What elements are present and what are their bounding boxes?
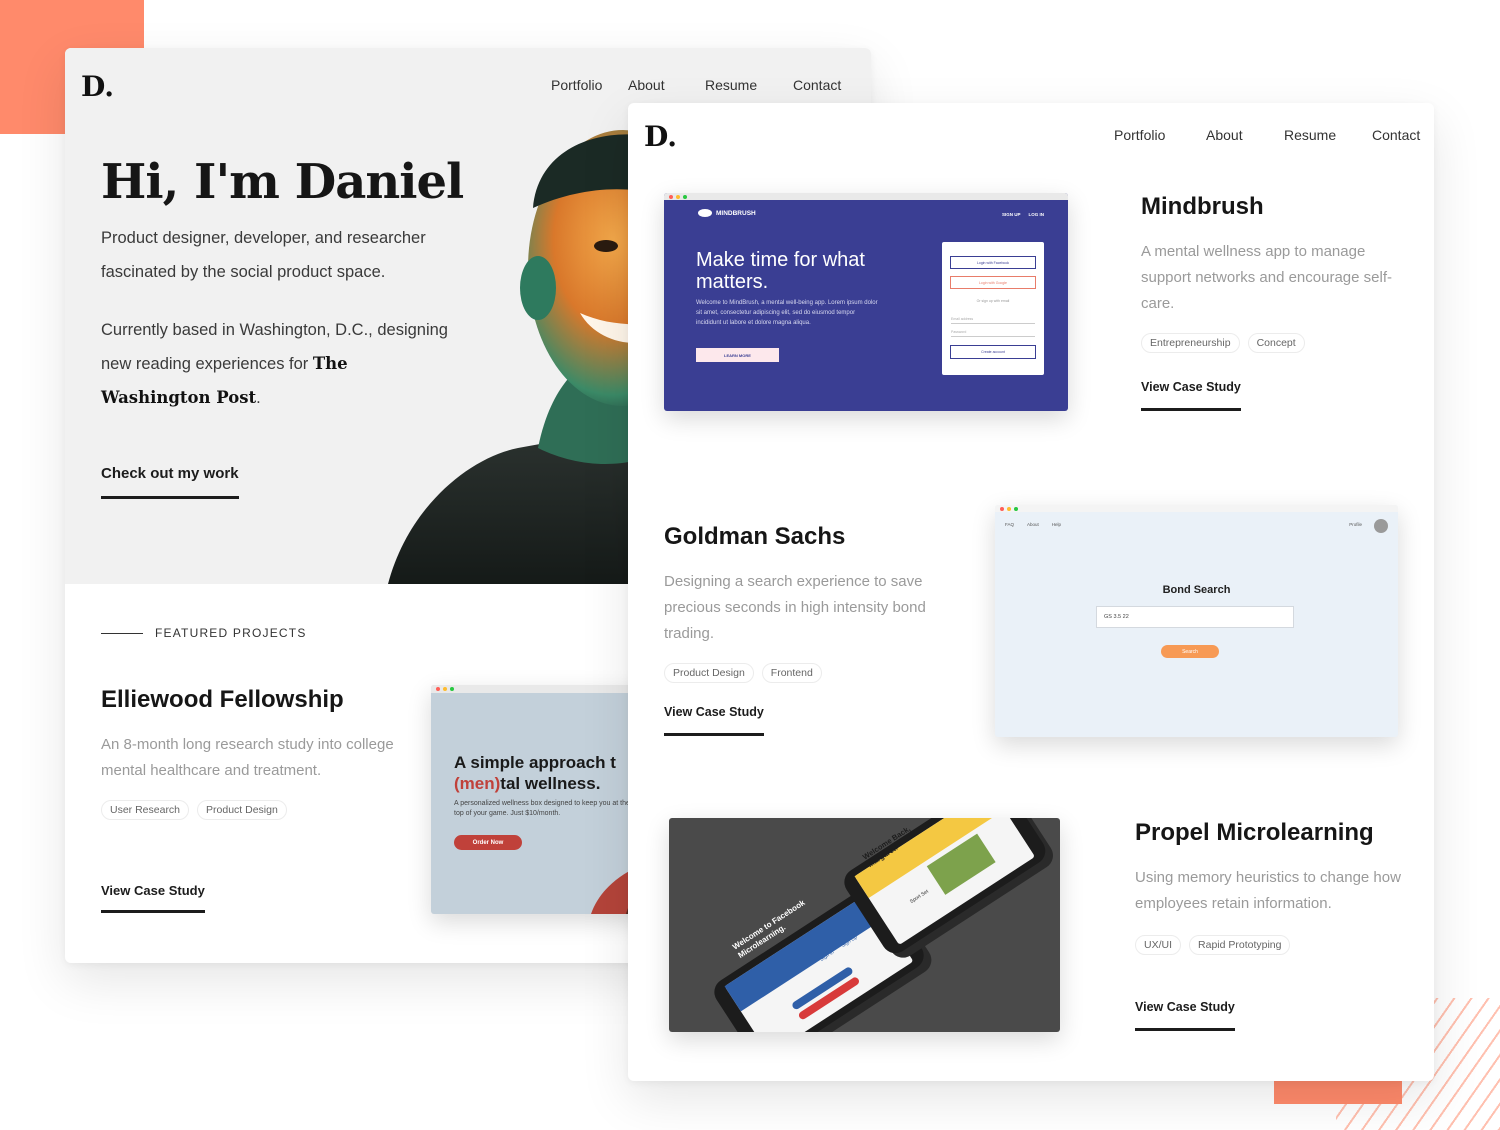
bond-search-title: Bond Search [1162,584,1231,596]
nav-contact[interactable]: Contact [1372,127,1420,143]
maximize-dot-icon [1014,506,1018,511]
mindbrush-brand: MINDBRUSH [698,209,756,217]
hero-location: Currently based in Washington, D.C., des… [101,313,451,415]
close-dot-icon [1000,506,1004,511]
email-field[interactable]: Email address [951,317,1035,324]
tag: Concept [1247,333,1305,353]
preview-body: A personalized wellness box designed to … [454,800,630,817]
divider-line [101,632,143,634]
signup-link[interactable]: SIGN UP [1002,212,1021,217]
project-tags: Product Design Frontend [664,663,822,683]
cloud-icon [698,209,712,217]
tag: Product Design [664,663,754,683]
nav-about[interactable]: About [1027,522,1039,527]
headline-rest: tal wellness. [500,774,601,793]
browser-chrome [431,685,661,693]
order-now-button[interactable]: Order Now [454,835,522,850]
hero-heading: Hi, I'm Daniel [101,154,464,210]
nav-faq[interactable]: FAQ [1005,522,1014,527]
preview-headline-2: (men)tal wellness. [454,774,600,794]
preview-headline-1: A simple approach t [454,753,616,772]
project-tags: Entrepreneurship Concept [1141,333,1305,353]
facebook-login-button[interactable]: Login with Facebook [950,256,1036,269]
mindbrush-nav: SIGN UP LOG IN [1002,212,1044,217]
tag: Entrepreneurship [1141,333,1240,353]
project-title: Elliewood Fellowship [101,686,344,713]
site-logo[interactable]: D. [644,120,677,153]
nav-about[interactable]: About [1206,127,1284,143]
project-description: An 8-month long research study into coll… [101,736,394,779]
project-description: Using memory heuristics to change how em… [1135,869,1401,912]
google-login-button[interactable]: Login with Google [950,276,1036,289]
email-divider: Or sign up with email [976,299,1010,303]
view-case-study-link[interactable]: View Case Study [1135,1000,1235,1031]
portfolio-projects-page: D. Portfolio About Resume Contact MINDBR… [628,103,1434,1081]
main-nav: Portfolio About Resume Contact [1114,127,1420,143]
elliewood-preview: A simple approach t (men)tal wellness. A… [431,685,661,914]
brand-name: MINDBRUSH [716,209,756,217]
site-logo[interactable]: D. [81,70,114,103]
bond-nav: FAQ About Help [1005,522,1061,527]
view-case-study-link[interactable]: View Case Study [664,705,764,736]
mindbrush-preview: MINDBRUSH SIGN UP LOG IN Make time for w… [664,193,1068,411]
avatar[interactable] [1374,519,1388,533]
tag: Rapid Prototyping [1189,935,1291,955]
mindbrush-body: Welcome to MindBrush, a mental well-bein… [696,300,878,326]
login-link[interactable]: LOG IN [1029,212,1045,217]
location-text: Currently based in Washington, D.C., des… [101,321,448,373]
mindbrush-headline: Make time for what matters. [696,249,865,293]
featured-label-text: FEATURED PROJECTS [155,626,307,640]
featured-projects-label: FEATURED PROJECTS [101,626,307,640]
nav-about[interactable]: About [628,77,705,93]
project-tags: UX/UI Rapid Prototyping [1135,935,1291,955]
nav-portfolio[interactable]: Portfolio [551,77,628,93]
nav-portfolio[interactable]: Portfolio [1114,127,1206,143]
minimize-dot-icon [1007,506,1011,511]
browser-chrome [664,193,1068,200]
nav-contact[interactable]: Contact [793,77,841,93]
nav-resume[interactable]: Resume [705,77,793,93]
maximize-dot-icon [683,194,687,199]
browser-chrome [995,505,1398,512]
create-account-button[interactable]: Create account [950,345,1036,359]
location-end: . [256,389,261,407]
maximize-dot-icon [450,687,454,691]
minimize-dot-icon [443,687,447,691]
project-title: Mindbrush [1141,193,1264,220]
eye [594,240,618,252]
nav-resume[interactable]: Resume [1284,127,1372,143]
project-title: Goldman Sachs [664,523,846,550]
bond-search-button[interactable]: Search [1161,645,1219,658]
nav-help[interactable]: Help [1052,522,1061,527]
tag: User Research [101,800,190,820]
propel-preview: Welcome to Facebook Microlearning. Sign … [669,818,1060,1032]
minimize-dot-icon [676,194,680,199]
ear [520,256,556,320]
view-case-study-link[interactable]: View Case Study [1141,380,1241,411]
project-tags: User Research Product Design [101,800,287,820]
view-case-study-link[interactable]: View Case Study [101,883,205,913]
close-dot-icon [669,194,673,199]
project-description: A mental wellness app to manage support … [1141,243,1392,312]
tag: Frontend [761,663,822,683]
tag: UX/UI [1135,935,1182,955]
mindbrush-signup-form: Login with Facebook Login with Google Or… [942,242,1044,375]
check-out-work-link[interactable]: Check out my work [101,465,239,499]
bond-search-input[interactable]: GS 3.5 22 [1096,606,1294,628]
close-dot-icon [436,687,440,691]
profile-link[interactable]: Profile [1349,522,1362,527]
cloud-shape [698,209,712,217]
learn-more-button[interactable]: LEARN MORE [696,348,779,362]
main-nav: Portfolio About Resume Contact [551,77,841,93]
project-title: Propel Microlearning [1135,819,1374,846]
password-field[interactable]: Password [951,330,1035,337]
hero-intro: Product designer, developer, and researc… [101,229,426,281]
headline-accent: (men) [454,774,501,793]
tag: Product Design [197,800,287,820]
bond-search-preview: FAQ About Help Profile Bond Search GS 3.… [995,505,1398,737]
project-description: Designing a search experience to save pr… [664,573,926,642]
